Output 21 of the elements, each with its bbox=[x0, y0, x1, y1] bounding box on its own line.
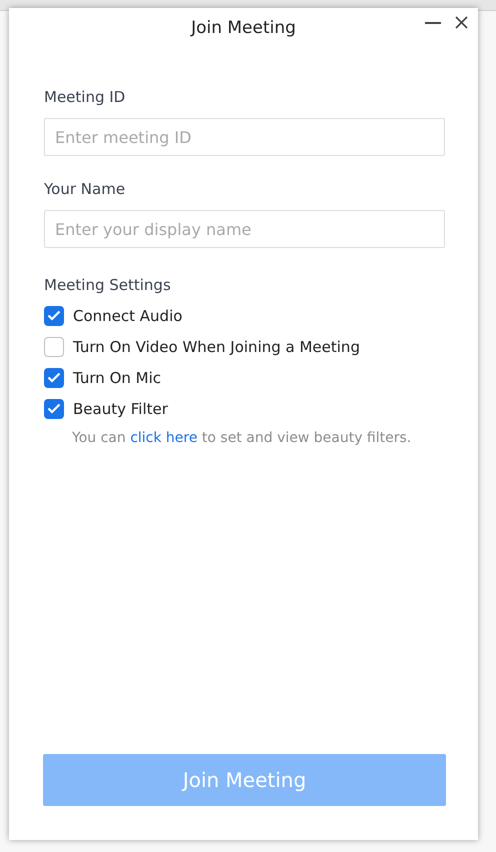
close-icon[interactable] bbox=[455, 16, 468, 29]
click-here-link[interactable]: click here bbox=[130, 430, 198, 446]
checkbox[interactable] bbox=[44, 398, 64, 418]
checkbox[interactable] bbox=[44, 336, 64, 356]
checkbox[interactable] bbox=[44, 306, 64, 326]
check-icon bbox=[47, 403, 61, 414]
section-heading: Meeting Settings bbox=[44, 276, 172, 294]
option-label: Turn On Mic bbox=[73, 368, 162, 386]
check-icon bbox=[47, 372, 61, 383]
option-label: Connect Audio bbox=[73, 306, 182, 324]
input-field[interactable]: Enter meeting ID bbox=[44, 118, 445, 156]
checkbox[interactable] bbox=[44, 368, 64, 388]
field-label: Your Name bbox=[44, 180, 126, 198]
hint-text: You can click here to set and view beauty filters. bbox=[72, 430, 412, 446]
window-title: Join Meeting bbox=[191, 18, 296, 38]
option-label: Turn On Video When Joining a Meeting bbox=[73, 338, 360, 356]
input-field[interactable]: Enter your display name bbox=[44, 210, 445, 248]
check-icon bbox=[47, 310, 61, 321]
option-label: Beauty Filter bbox=[73, 400, 168, 418]
field-label: Meeting ID bbox=[44, 88, 126, 106]
minimize-icon[interactable] bbox=[425, 22, 441, 24]
